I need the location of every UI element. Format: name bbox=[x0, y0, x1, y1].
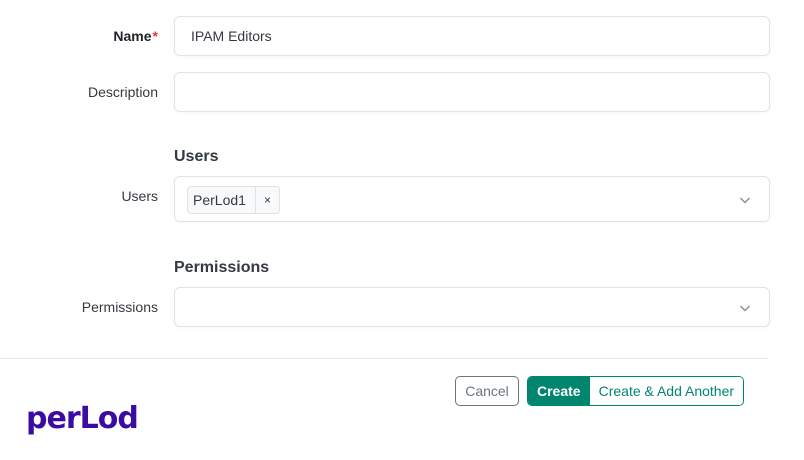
description-input[interactable] bbox=[174, 72, 770, 112]
perlod-logo: perLod bbox=[26, 398, 158, 443]
users-label: Users bbox=[121, 188, 158, 204]
svg-text:perLod: perLod bbox=[26, 401, 138, 436]
create-button[interactable]: Create bbox=[528, 377, 590, 405]
chevron-down-icon[interactable] bbox=[739, 194, 751, 206]
users-select[interactable]: PerLod1 × bbox=[174, 176, 770, 222]
permissions-select[interactable] bbox=[174, 287, 770, 327]
cancel-button[interactable]: Cancel bbox=[455, 376, 519, 406]
create-button-group: Create Create & Add Another bbox=[527, 376, 745, 406]
permissions-section-title: Permissions bbox=[174, 259, 270, 276]
users-section-title: Users bbox=[174, 148, 219, 165]
permissions-label: Permissions bbox=[81, 299, 158, 315]
description-label: Description bbox=[87, 84, 158, 100]
user-tag-label: PerLod1 bbox=[193, 192, 246, 208]
name-label: Name* bbox=[113, 28, 158, 44]
tag-remove-icon[interactable]: × bbox=[254, 187, 279, 213]
form-divider bbox=[0, 358, 768, 359]
chevron-down-icon[interactable] bbox=[739, 302, 751, 314]
name-input[interactable]: IPAM Editors bbox=[174, 16, 770, 56]
required-indicator: * bbox=[152, 28, 158, 44]
create-and-add-another-button[interactable]: Create & Add Another bbox=[589, 377, 744, 405]
user-tag: PerLod1 × bbox=[187, 186, 280, 214]
name-input-value: IPAM Editors bbox=[191, 28, 272, 44]
